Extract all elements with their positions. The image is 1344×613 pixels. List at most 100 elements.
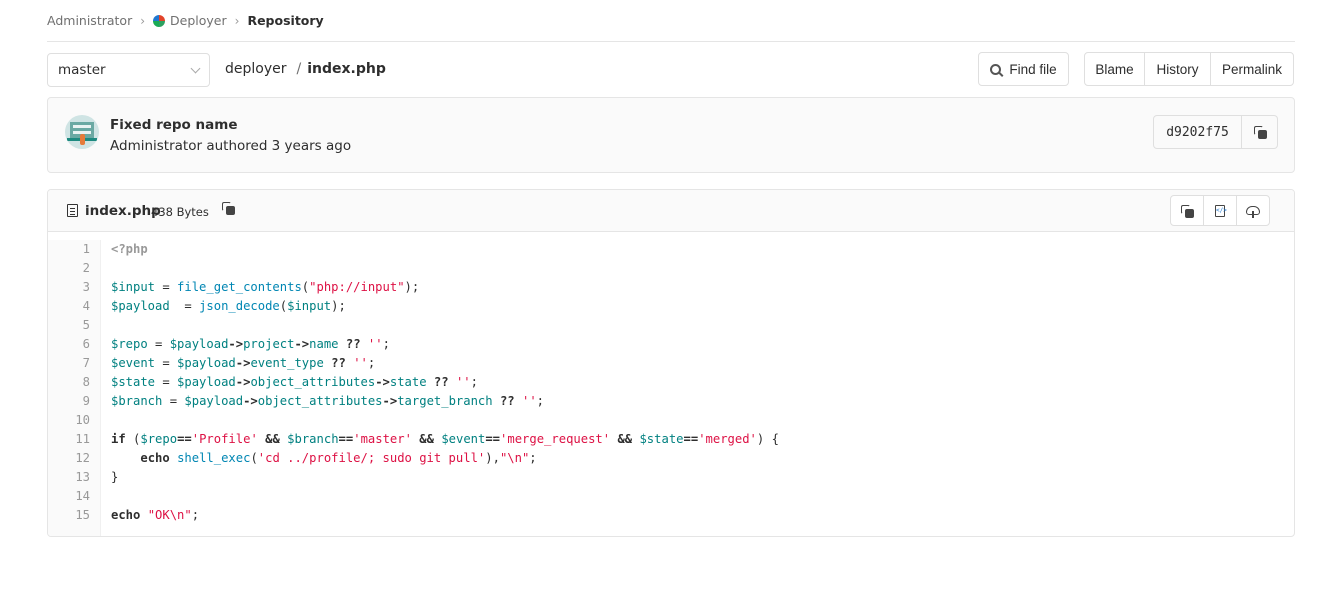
code-token: "php://input" [309,280,405,294]
code-token: = [162,394,185,408]
code-token: 'merge_request' [500,432,611,446]
code-token: $branch [287,432,339,446]
code-token: = [169,299,200,313]
code-token: $branch [111,394,163,408]
code-token: 'master' [353,432,412,446]
code-token: object_attributes [257,394,383,408]
commit-sha[interactable]: d9202f75 [1153,115,1242,149]
code-token: ; [191,508,200,522]
code-token: -> [235,375,251,389]
line-number[interactable]: 9 [48,392,90,411]
blame-button[interactable]: Blame [1084,52,1145,86]
code-token: "OK\n" [147,508,192,522]
line-numbers: 1 2 3 4 5 6 7 8 9 10 11 12 13 14 15 [48,240,101,536]
code-token: ; [367,356,376,370]
line-number[interactable]: 7 [48,354,90,373]
copy-sha-button[interactable] [1242,115,1278,149]
code-token: && [265,432,280,446]
code-token: $repo [111,337,148,351]
line-number[interactable]: 14 [48,487,90,506]
line-number[interactable]: 13 [48,468,90,487]
branch-dropdown[interactable]: master [47,53,210,87]
line-number[interactable]: 1 [48,240,90,259]
code-token: = [147,337,170,351]
code-line: $repo = $payload->project->name ?? ''; [111,335,779,354]
breadcrumb: Administrator › Deployer › Repository [47,0,1295,42]
code-line: $input = file_get_contents("php://input"… [111,278,779,297]
commit-sha-group: d9202f75 [1153,115,1278,149]
file-path-breadcrumb: deployer / index.php [225,61,386,77]
file-document-icon [67,204,78,217]
code-token: '' [455,375,471,389]
permalink-button[interactable]: Permalink [1210,52,1294,86]
code-token: ?? [331,356,346,370]
code-token: 'Profile' [191,432,258,446]
path-root-link[interactable]: deployer [225,61,287,77]
find-file-button[interactable]: Find file [978,52,1069,86]
history-button[interactable]: History [1144,52,1211,86]
line-number[interactable]: 2 [48,259,90,278]
copy-source-button[interactable] [1170,195,1204,226]
branch-dropdown-value: master [58,62,106,78]
code-token: -> [243,394,258,408]
line-number[interactable]: 6 [48,335,90,354]
code-token: '' [353,356,368,370]
line-number[interactable]: 5 [48,316,90,335]
breadcrumb-administrator[interactable]: Administrator [47,13,132,28]
download-button[interactable] [1236,195,1270,226]
line-number[interactable]: 10 [48,411,90,430]
code-token: -> [235,356,251,370]
breadcrumb-repository[interactable]: Repository [247,13,323,28]
code-token: $payload [169,337,229,351]
code-token: $repo [140,432,178,446]
code-token: $state [111,375,156,389]
commit-author-meta: Administrator authored 3 years ago [110,138,352,154]
code-token: ); [404,280,420,294]
code-token: == [683,432,699,446]
code-token: object_attributes [250,375,376,389]
project-avatar-icon [153,14,166,27]
code-line: } [111,468,779,487]
line-number[interactable]: 3 [48,278,90,297]
code-token: $input [287,299,332,313]
code-view: 1 2 3 4 5 6 7 8 9 10 11 12 13 14 15 <?php $input = fil… [48,232,1294,536]
line-number[interactable]: 15 [48,506,90,525]
line-number[interactable]: 12 [48,449,90,468]
code-line: $event = $payload->event_type ?? ''; [111,354,779,373]
code-line: <?php [111,240,779,259]
code-token: ); [331,299,346,313]
commit-title-link[interactable]: Fixed repo name [110,117,237,133]
breadcrumb-deployer[interactable]: Deployer [170,13,227,28]
code-token: ( [125,432,141,446]
line-number[interactable]: 8 [48,373,90,392]
code-line: $payload = json_decode($input); [111,297,779,316]
code-token: $event [111,356,156,370]
code-token: $payload [184,394,244,408]
breadcrumb-separator: › [234,13,240,28]
code-token: -> [375,375,390,389]
line-number[interactable]: 4 [48,297,90,316]
code-token: event_type [250,356,324,370]
chevron-down-icon [190,63,201,74]
code-token: $payload [177,375,236,389]
path-file-name: index.php [307,61,386,77]
code-token: ?? [499,394,515,408]
line-number[interactable]: 11 [48,430,90,449]
code-token: $input [111,280,156,294]
code-token: && [617,432,633,446]
code-token: ; [529,451,537,465]
code-token: -> [228,337,244,351]
copy-icon [1253,126,1267,139]
avatar[interactable] [65,115,99,149]
copy-file-path-icon[interactable] [222,202,235,215]
open-raw-button[interactable]: </> [1203,195,1237,226]
code-token: -> [382,394,398,408]
code-token: shell_exec [177,451,251,465]
